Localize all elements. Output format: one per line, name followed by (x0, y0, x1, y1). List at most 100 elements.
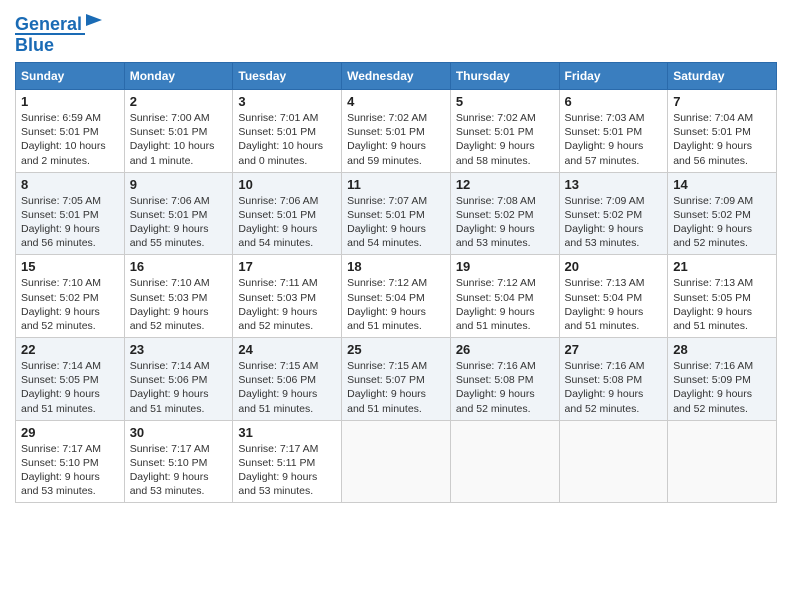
day-info: Sunrise: 7:03 AMSunset: 5:01 PMDaylight:… (565, 111, 663, 168)
week-row-3: 15 Sunrise: 7:10 AMSunset: 5:02 PMDayligh… (16, 255, 777, 338)
logo-blue: Blue (15, 33, 85, 54)
calendar-cell: 14Sunrise: 7:09 AMSunset: 5:02 PMDayligh… (668, 172, 777, 255)
day-number: 13 (565, 177, 663, 192)
day-info: Sunrise: 7:02 AMSunset: 5:01 PMDaylight:… (347, 111, 445, 168)
page: General Blue SundayMondayTuesdayWednesda… (0, 0, 792, 612)
calendar-cell: 12 Sunrise: 7:08 AMSunset: 5:02 PMDayligh… (450, 172, 559, 255)
day-info: Sunrise: 7:16 AMSunset: 5:09 PMDaylight:… (673, 359, 771, 416)
header: General Blue (15, 10, 777, 54)
calendar-cell: 17 Sunrise: 7:11 AMSunset: 5:03 PMDayligh… (233, 255, 342, 338)
day-info: Sunrise: 6:59 AMSunset: 5:01 PMDaylight:… (21, 111, 119, 168)
day-number: 22 (21, 342, 119, 357)
calendar-cell: 9Sunrise: 7:06 AMSunset: 5:01 PMDaylight… (124, 172, 233, 255)
day-number: 7 (673, 94, 771, 109)
day-info: Sunrise: 7:12 AMSunset: 5:04 PMDaylight:… (456, 276, 554, 333)
day-info: Sunrise: 7:16 AMSunset: 5:08 PMDaylight:… (565, 359, 663, 416)
day-info: Sunrise: 7:02 AMSunset: 5:01 PMDaylight:… (456, 111, 554, 168)
day-number: 1 (21, 94, 119, 109)
calendar-cell: 10 Sunrise: 7:06 AMSunset: 5:01 PMDayligh… (233, 172, 342, 255)
day-number: 10 (238, 177, 336, 192)
day-number: 4 (347, 94, 445, 109)
day-number: 5 (456, 94, 554, 109)
weekday-header-saturday: Saturday (668, 63, 777, 90)
calendar-cell: 13 Sunrise: 7:09 AMSunset: 5:02 PMDayligh… (559, 172, 668, 255)
day-number: 24 (238, 342, 336, 357)
calendar-cell: 25 Sunrise: 7:15 AMSunset: 5:07 PMDayligh… (342, 338, 451, 421)
day-number: 17 (238, 259, 336, 274)
day-number: 26 (456, 342, 554, 357)
day-number: 3 (238, 94, 336, 109)
day-info: Sunrise: 7:06 AMSunset: 5:01 PMDaylight:… (238, 194, 336, 251)
day-number: 12 (456, 177, 554, 192)
calendar-cell: 23 Sunrise: 7:14 AMSunset: 5:06 PMDayligh… (124, 338, 233, 421)
day-info: Sunrise: 7:10 AMSunset: 5:02 PMDaylight:… (21, 276, 119, 333)
day-info: Sunrise: 7:05 AMSunset: 5:01 PMDaylight:… (21, 194, 119, 251)
calendar-cell: 16 Sunrise: 7:10 AMSunset: 5:03 PMDayligh… (124, 255, 233, 338)
day-number: 31 (238, 425, 336, 440)
day-info: Sunrise: 7:01 AMSunset: 5:01 PMDaylight:… (238, 111, 336, 168)
day-info: Sunrise: 7:00 AMSunset: 5:01 PMDaylight:… (130, 111, 228, 168)
day-number: 6 (565, 94, 663, 109)
calendar-cell: 4 Sunrise: 7:02 AMSunset: 5:01 PMDaylight… (342, 90, 451, 173)
day-number: 28 (673, 342, 771, 357)
weekday-header-wednesday: Wednesday (342, 63, 451, 90)
day-number: 23 (130, 342, 228, 357)
calendar-cell: 18 Sunrise: 7:12 AMSunset: 5:04 PMDayligh… (342, 255, 451, 338)
day-info: Sunrise: 7:11 AMSunset: 5:03 PMDaylight:… (238, 276, 336, 333)
day-number: 19 (456, 259, 554, 274)
weekday-header-row: SundayMondayTuesdayWednesdayThursdayFrid… (16, 63, 777, 90)
logo: General Blue (15, 10, 106, 54)
day-info: Sunrise: 7:04 AMSunset: 5:01 PMDaylight:… (673, 111, 771, 168)
logo-flag-icon (84, 12, 106, 32)
calendar-cell (559, 420, 668, 503)
calendar-cell: 30Sunrise: 7:17 AMSunset: 5:10 PMDayligh… (124, 420, 233, 503)
day-number: 30 (130, 425, 228, 440)
week-row-5: 29Sunrise: 7:17 AMSunset: 5:10 PMDayligh… (16, 420, 777, 503)
calendar-cell: 3 Sunrise: 7:01 AMSunset: 5:01 PMDaylight… (233, 90, 342, 173)
calendar-cell: 29Sunrise: 7:17 AMSunset: 5:10 PMDayligh… (16, 420, 125, 503)
day-info: Sunrise: 7:12 AMSunset: 5:04 PMDaylight:… (347, 276, 445, 333)
calendar-cell: 31 Sunrise: 7:17 AMSunset: 5:11 PMDayligh… (233, 420, 342, 503)
calendar-cell: 15 Sunrise: 7:10 AMSunset: 5:02 PMDayligh… (16, 255, 125, 338)
day-info: Sunrise: 7:15 AMSunset: 5:07 PMDaylight:… (347, 359, 445, 416)
day-number: 25 (347, 342, 445, 357)
day-number: 11 (347, 177, 445, 192)
calendar-cell: 21Sunrise: 7:13 AMSunset: 5:05 PMDayligh… (668, 255, 777, 338)
calendar-cell (450, 420, 559, 503)
day-info: Sunrise: 7:08 AMSunset: 5:02 PMDaylight:… (456, 194, 554, 251)
calendar-cell (342, 420, 451, 503)
calendar-cell: 6 Sunrise: 7:03 AMSunset: 5:01 PMDaylight… (559, 90, 668, 173)
day-number: 8 (21, 177, 119, 192)
calendar-cell: 22 Sunrise: 7:14 AMSunset: 5:05 PMDayligh… (16, 338, 125, 421)
calendar-cell: 8 Sunrise: 7:05 AMSunset: 5:01 PMDaylight… (16, 172, 125, 255)
day-number: 29 (21, 425, 119, 440)
day-info: Sunrise: 7:16 AMSunset: 5:08 PMDaylight:… (456, 359, 554, 416)
day-info: Sunrise: 7:10 AMSunset: 5:03 PMDaylight:… (130, 276, 228, 333)
day-number: 15 (21, 259, 119, 274)
day-info: Sunrise: 7:07 AMSunset: 5:01 PMDaylight:… (347, 194, 445, 251)
day-number: 16 (130, 259, 228, 274)
day-number: 9 (130, 177, 228, 192)
weekday-header-sunday: Sunday (16, 63, 125, 90)
calendar-cell: 26 Sunrise: 7:16 AMSunset: 5:08 PMDayligh… (450, 338, 559, 421)
day-info: Sunrise: 7:09 AMSunset: 5:02 PMDaylight:… (673, 194, 771, 251)
logo-text: General (15, 15, 82, 33)
day-info: Sunrise: 7:09 AMSunset: 5:02 PMDaylight:… (565, 194, 663, 251)
calendar-cell (668, 420, 777, 503)
weekday-header-monday: Monday (124, 63, 233, 90)
calendar-cell: 2 Sunrise: 7:00 AMSunset: 5:01 PMDaylight… (124, 90, 233, 173)
day-info: Sunrise: 7:15 AMSunset: 5:06 PMDaylight:… (238, 359, 336, 416)
calendar-cell: 19 Sunrise: 7:12 AMSunset: 5:04 PMDayligh… (450, 255, 559, 338)
calendar-cell: 1 Sunrise: 6:59 AMSunset: 5:01 PMDaylight… (16, 90, 125, 173)
calendar-cell: 20Sunrise: 7:13 AMSunset: 5:04 PMDayligh… (559, 255, 668, 338)
day-info: Sunrise: 7:17 AMSunset: 5:11 PMDaylight:… (238, 442, 336, 499)
day-number: 18 (347, 259, 445, 274)
day-info: Sunrise: 7:14 AMSunset: 5:06 PMDaylight:… (130, 359, 228, 416)
weekday-header-tuesday: Tuesday (233, 63, 342, 90)
day-number: 21 (673, 259, 771, 274)
calendar-table: SundayMondayTuesdayWednesdayThursdayFrid… (15, 62, 777, 503)
day-number: 2 (130, 94, 228, 109)
day-info: Sunrise: 7:14 AMSunset: 5:05 PMDaylight:… (21, 359, 119, 416)
day-info: Sunrise: 7:13 AMSunset: 5:04 PMDaylight:… (565, 276, 663, 333)
weekday-header-friday: Friday (559, 63, 668, 90)
